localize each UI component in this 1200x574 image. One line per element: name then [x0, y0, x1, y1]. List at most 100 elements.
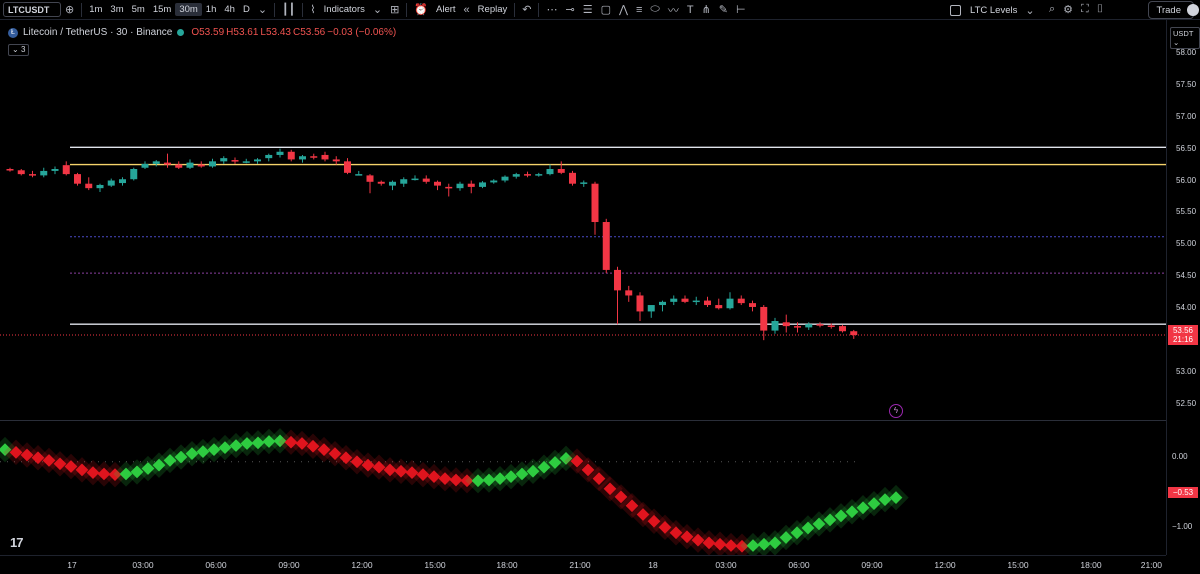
time-axis-label: 09:00: [861, 560, 883, 570]
candle-body: [726, 298, 734, 309]
candle-body: [524, 174, 531, 176]
time-axis[interactable]: 17 03:00 06:00 09:00 12:00 15:00 18:00 21:00 18 0…: [0, 555, 1166, 574]
currency-label: USDT: [1173, 29, 1194, 38]
candle-body: [715, 305, 723, 309]
time-axis-label: 21:00: [569, 560, 591, 570]
time-axis-label: 21:00: [1140, 560, 1162, 570]
price-scale[interactable]: [1166, 20, 1200, 555]
candle-body: [850, 331, 858, 336]
candle-body: [749, 303, 756, 307]
candle-body: [400, 179, 408, 184]
pane-separator[interactable]: [0, 420, 1166, 421]
price-scale-label: 55.00: [1176, 239, 1197, 249]
currency-selector[interactable]: USDT ⌄: [1170, 27, 1200, 49]
candle-body: [479, 182, 486, 187]
candle-body: [794, 326, 801, 328]
candle-body: [344, 161, 351, 173]
candle-body: [310, 156, 318, 158]
candle-body: [839, 326, 846, 332]
oscillator-value-tag: −0.53: [1168, 487, 1198, 498]
candle-body: [321, 154, 329, 160]
candle-body: [535, 174, 543, 176]
candle-body: [557, 169, 565, 173]
lightning-icon[interactable]: ϟ: [889, 404, 903, 418]
price-chart[interactable]: [0, 0, 1166, 555]
time-axis-label: 18:00: [1080, 560, 1102, 570]
time-axis-label: 17: [67, 560, 77, 570]
price-scale-label: 54.50: [1176, 271, 1197, 281]
candle-body: [209, 161, 216, 167]
candle-body: [827, 325, 835, 327]
time-axis-label: 18:00: [496, 560, 518, 570]
chevron-down-icon: ⌄: [1173, 38, 1180, 47]
candle-body: [681, 298, 689, 302]
candle-body: [141, 163, 149, 168]
candle-body: [546, 169, 554, 175]
candle-body: [40, 170, 48, 176]
candle-body: [164, 162, 171, 165]
candle-body: [175, 164, 183, 168]
time-axis-label: 15:00: [1007, 560, 1029, 570]
candle-body: [659, 301, 666, 306]
candle-body: [17, 170, 25, 175]
tradingview-logo[interactable]: 17: [10, 535, 24, 550]
candle-body: [276, 151, 284, 155]
candle-body: [456, 183, 464, 189]
candle-body: [602, 222, 610, 270]
candle-body: [389, 181, 396, 186]
candle-body: [805, 324, 813, 328]
candle-body: [614, 269, 621, 291]
candle-body: [265, 154, 273, 159]
candle-body: [422, 178, 430, 182]
price-scale-label: 52.50: [1176, 399, 1197, 409]
price-scale-label: 56.00: [1176, 175, 1197, 185]
time-axis-label: 03:00: [715, 560, 737, 570]
candle-body: [130, 169, 138, 180]
candle-body: [51, 169, 59, 171]
candle-body: [782, 322, 790, 327]
candle-body: [591, 183, 599, 223]
time-axis-label: 06:00: [205, 560, 227, 570]
candle-body: [377, 181, 385, 184]
price-scale-label: 58.00: [1176, 47, 1197, 57]
candle-body: [704, 300, 711, 306]
candle-body: [6, 169, 14, 171]
time-axis-label: 15:00: [424, 560, 446, 570]
candle-body: [501, 176, 509, 181]
candle-body: [737, 298, 745, 304]
price-scale-label: 54.00: [1176, 303, 1197, 313]
candle-body: [445, 186, 453, 189]
price-scale-label: 55.50: [1176, 207, 1197, 217]
candle-body: [242, 161, 250, 163]
price-scale-label: 57.50: [1176, 79, 1197, 89]
candle-body: [434, 181, 441, 186]
candle-body: [299, 156, 306, 160]
avatar-icon[interactable]: [1187, 4, 1199, 16]
osc-scale-zero: 0.00: [1172, 452, 1188, 461]
candle-body: [197, 164, 205, 167]
candle-body: [186, 162, 194, 168]
candle-body: [647, 305, 655, 312]
candle-body: [816, 324, 824, 326]
price-scale-label: 53.00: [1176, 367, 1197, 377]
candle-body: [411, 178, 419, 181]
candle-body: [366, 175, 374, 182]
candle-body: [74, 174, 81, 184]
candle-body: [287, 151, 295, 160]
candle-body: [512, 174, 520, 177]
candle-body: [467, 183, 475, 187]
candle-body: [760, 306, 768, 331]
price-scale-label: 57.00: [1176, 111, 1197, 121]
candle-body: [220, 158, 228, 162]
candle-body: [580, 182, 588, 184]
candle-body: [85, 183, 93, 189]
osc-scale-minus-one: −1.00: [1172, 522, 1193, 531]
candle-body: [29, 174, 36, 176]
time-axis-label: 09:00: [278, 560, 300, 570]
time-axis-label: 12:00: [351, 560, 373, 570]
last-price: 53.56: [1172, 326, 1194, 335]
candle-body: [569, 172, 576, 184]
time-axis-label: 18: [648, 560, 658, 570]
candle-body: [771, 321, 779, 331]
candle-body: [231, 160, 239, 162]
